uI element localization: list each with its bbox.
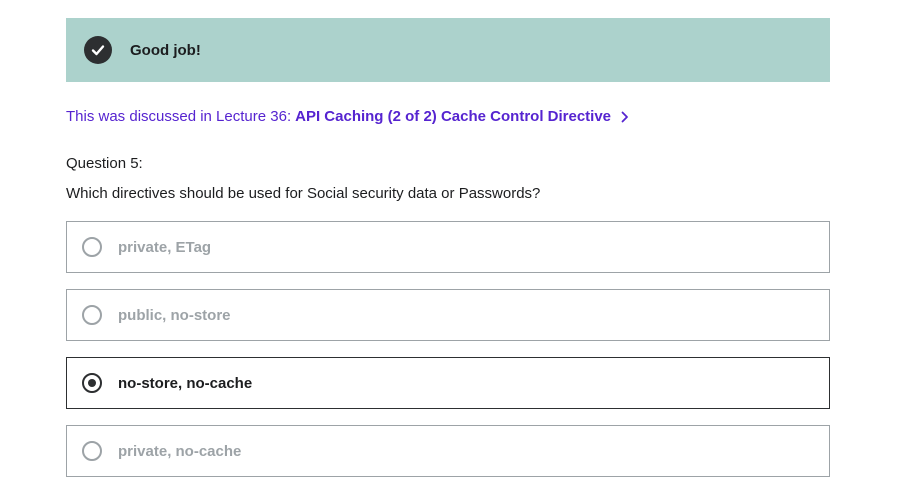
answer-option-label: private, no-cache [118,442,242,460]
answer-option[interactable]: public, no-store [66,289,830,341]
radio-dot [88,379,96,387]
answer-option[interactable]: private, no-cache [66,425,830,477]
question-number: Question 5: [66,155,143,172]
answer-option[interactable]: no-store, no-cache [66,357,830,409]
answer-option[interactable]: private, ETag [66,221,830,273]
alert-message: Good job! [130,41,201,59]
quiz-result-page: Good job! This was discussed in Lecture … [0,0,897,496]
answer-option-label: private, ETag [118,238,212,256]
lecture-reference-link[interactable]: This was discussed in Lecture 36: API Ca… [66,108,629,125]
lecture-reference-prefix: This was discussed in Lecture 36: [66,108,292,125]
radio-button[interactable] [82,441,102,461]
lecture-title[interactable]: API Caching (2 of 2) Cache Control Direc… [295,108,611,125]
radio-button[interactable] [82,373,102,393]
question-text: Which directives should be used for Soci… [66,185,541,202]
check-circle-icon [84,36,112,64]
answer-option-label: public, no-store [118,306,231,324]
chevron-right-icon[interactable] [621,111,629,123]
success-alert: Good job! [66,18,830,82]
radio-button[interactable] [82,237,102,257]
answer-option-label: no-store, no-cache [118,374,253,392]
radio-button[interactable] [82,305,102,325]
